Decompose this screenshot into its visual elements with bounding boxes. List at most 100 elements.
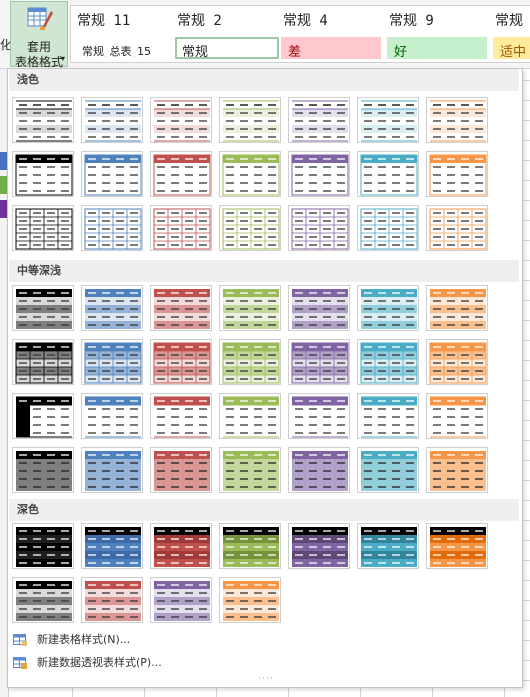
cell-style-name: 常规 4	[283, 13, 328, 29]
command-label: 新建数据透视表样式(P)...	[37, 656, 162, 669]
table-style-thumbnail[interactable]	[357, 151, 419, 197]
table-style-thumbnail[interactable]	[150, 577, 212, 623]
table-style-preview-icon	[360, 342, 418, 384]
table-style-thumbnail[interactable]	[426, 205, 488, 251]
table-style-preview-icon	[85, 527, 141, 567]
table-style-thumbnail[interactable]	[81, 393, 143, 439]
table-style-thumbnail[interactable]	[426, 151, 488, 197]
table-style-preview-icon	[361, 289, 417, 329]
table-style-preview-icon	[291, 342, 349, 384]
cell-style-swatch[interactable]: 适中	[493, 37, 530, 59]
cell-style-swatch[interactable]: 好	[387, 37, 487, 59]
table-style-thumbnail[interactable]	[12, 577, 74, 623]
table-style-thumbnail[interactable]	[81, 151, 143, 197]
table-style-thumbnail[interactable]	[357, 393, 419, 439]
table-style-preview-icon	[292, 396, 348, 438]
table-style-thumbnail[interactable]	[150, 97, 212, 143]
table-style-thumbnail[interactable]	[288, 393, 350, 439]
table-style-thumbnail[interactable]	[288, 97, 350, 143]
cell-style-swatch[interactable]: 差	[281, 37, 381, 59]
table-style-thumbnail[interactable]	[219, 205, 281, 251]
table-style-thumbnail[interactable]	[288, 447, 350, 493]
table-style-thumbnail[interactable]	[219, 97, 281, 143]
table-style-thumbnail[interactable]	[150, 205, 212, 251]
table-style-thumbnail[interactable]	[357, 205, 419, 251]
table-style-thumbnail[interactable]	[150, 285, 212, 331]
table-style-thumbnail[interactable]	[357, 97, 419, 143]
table-style-thumbnail[interactable]	[288, 205, 350, 251]
table-style-preview-icon	[84, 208, 142, 250]
table-style-preview-icon	[291, 208, 349, 250]
table-style-thumbnail[interactable]	[150, 339, 212, 385]
table-style-thumbnail[interactable]	[357, 339, 419, 385]
table-style-preview-icon	[222, 208, 280, 250]
table-style-thumbnail[interactable]	[81, 285, 143, 331]
table-style-thumbnail[interactable]	[150, 447, 212, 493]
table-style-thumbnail[interactable]	[12, 151, 74, 197]
table-style-thumbnail[interactable]	[219, 285, 281, 331]
table-style-thumbnail[interactable]	[219, 339, 281, 385]
table-style-preview-icon	[84, 154, 142, 196]
table-style-preview-icon	[154, 581, 210, 621]
table-style-thumbnail[interactable]	[81, 339, 143, 385]
new-pivot-style-command[interactable]: 新建数据透视表样式(P)...	[13, 653, 162, 673]
table-style-thumbnail[interactable]	[12, 393, 74, 439]
table-style-preview-icon	[291, 154, 349, 196]
table-format-icon	[27, 7, 53, 30]
gallery-section-header: 浅色	[9, 69, 519, 91]
table-style-preview-icon	[361, 451, 417, 491]
format-as-table-button[interactable]: 套用 表格格式 ▾	[10, 1, 68, 69]
table-style-thumbnail[interactable]	[426, 285, 488, 331]
table-style-thumbnail[interactable]	[12, 285, 74, 331]
table-style-thumbnail[interactable]	[219, 523, 281, 569]
table-style-preview-icon	[16, 527, 72, 567]
table-style-preview-icon	[223, 581, 279, 621]
table-style-thumbnail[interactable]	[288, 523, 350, 569]
table-style-thumbnail[interactable]	[426, 339, 488, 385]
table-style-preview-icon	[430, 289, 486, 329]
table-style-thumbnail[interactable]	[12, 447, 74, 493]
table-style-preview-icon	[85, 581, 141, 621]
table-style-thumbnail[interactable]	[219, 393, 281, 439]
table-style-thumbnail[interactable]	[426, 447, 488, 493]
table-style-thumbnail[interactable]	[81, 447, 143, 493]
table-style-preview-icon	[430, 527, 486, 567]
table-style-preview-icon	[85, 100, 141, 142]
table-style-thumbnail[interactable]	[81, 577, 143, 623]
table-style-thumbnail[interactable]	[81, 97, 143, 143]
table-style-thumbnail[interactable]	[288, 151, 350, 197]
table-style-preview-icon	[429, 154, 487, 196]
table-style-thumbnail[interactable]	[426, 523, 488, 569]
table-style-thumbnail[interactable]	[150, 393, 212, 439]
resize-grip[interactable]: ····	[248, 674, 284, 684]
table-style-thumbnail[interactable]	[288, 285, 350, 331]
table-style-thumbnail[interactable]	[426, 97, 488, 143]
table-style-thumbnail[interactable]	[81, 523, 143, 569]
table-style-thumbnail[interactable]	[12, 205, 74, 251]
table-style-preview-icon	[223, 527, 279, 567]
cell-style-name: 常规 11	[77, 13, 131, 29]
table-style-thumbnail[interactable]	[357, 523, 419, 569]
table-style-thumbnail[interactable]	[219, 151, 281, 197]
new-table-style-command[interactable]: 新建表格样式(N)...	[13, 630, 130, 650]
table-style-thumbnail[interactable]	[12, 523, 74, 569]
table-style-preview-icon	[222, 342, 280, 384]
table-style-preview-icon	[153, 342, 211, 384]
table-style-thumbnail[interactable]	[426, 393, 488, 439]
table-style-thumbnail[interactable]	[357, 447, 419, 493]
table-style-thumbnail[interactable]	[219, 447, 281, 493]
cell-style-swatch[interactable]: 常规_总表_15	[75, 37, 173, 59]
table-style-thumbnail[interactable]	[288, 339, 350, 385]
table-style-thumbnail[interactable]	[12, 97, 74, 143]
table-style-thumbnail[interactable]	[150, 523, 212, 569]
table-style-thumbnail[interactable]	[12, 339, 74, 385]
table-style-preview-icon	[223, 100, 279, 142]
table-style-preview-icon	[292, 100, 348, 142]
table-style-preview-icon	[430, 100, 486, 142]
cell-style-swatch[interactable]: 常规	[175, 37, 279, 59]
table-style-thumbnail[interactable]	[357, 285, 419, 331]
table-style-thumbnail[interactable]	[81, 205, 143, 251]
table-style-preview-icon	[154, 527, 210, 567]
table-style-thumbnail[interactable]	[150, 151, 212, 197]
table-style-thumbnail[interactable]	[219, 577, 281, 623]
